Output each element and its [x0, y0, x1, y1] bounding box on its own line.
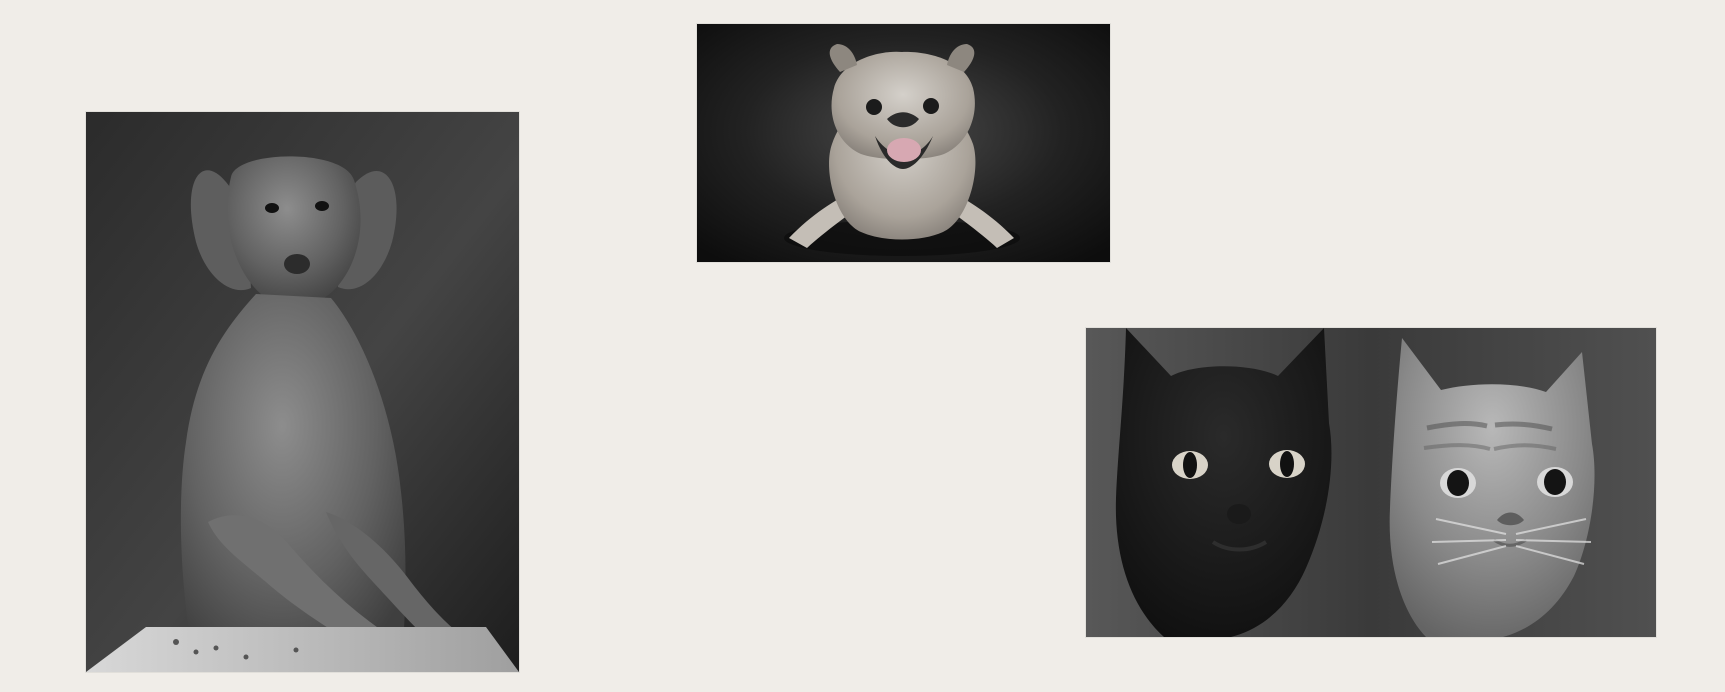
pug-photo	[697, 24, 1110, 262]
dog-photo	[86, 112, 519, 672]
cats-photo	[1086, 328, 1656, 637]
